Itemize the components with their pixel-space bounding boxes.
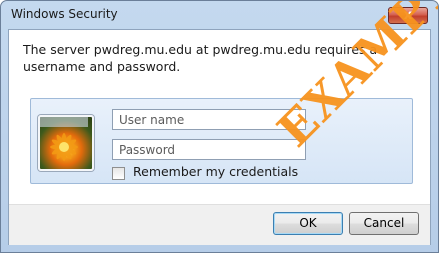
- ok-button[interactable]: OK: [273, 212, 343, 235]
- dialog-title: Windows Security: [11, 7, 118, 21]
- password-input[interactable]: [112, 139, 306, 160]
- flower-icon: [40, 117, 88, 161]
- user-tile-flower-icon: [38, 115, 94, 171]
- remember-credentials-label[interactable]: Remember my credentials: [133, 164, 298, 179]
- remember-credentials-checkbox[interactable]: [112, 167, 125, 180]
- cancel-button[interactable]: Cancel: [349, 212, 419, 235]
- credential-tile: Remember my credentials: [30, 98, 413, 184]
- button-bar: OK Cancel: [9, 204, 430, 245]
- windows-security-dialog: Windows Security x The server pwdreg.mu.…: [0, 0, 439, 253]
